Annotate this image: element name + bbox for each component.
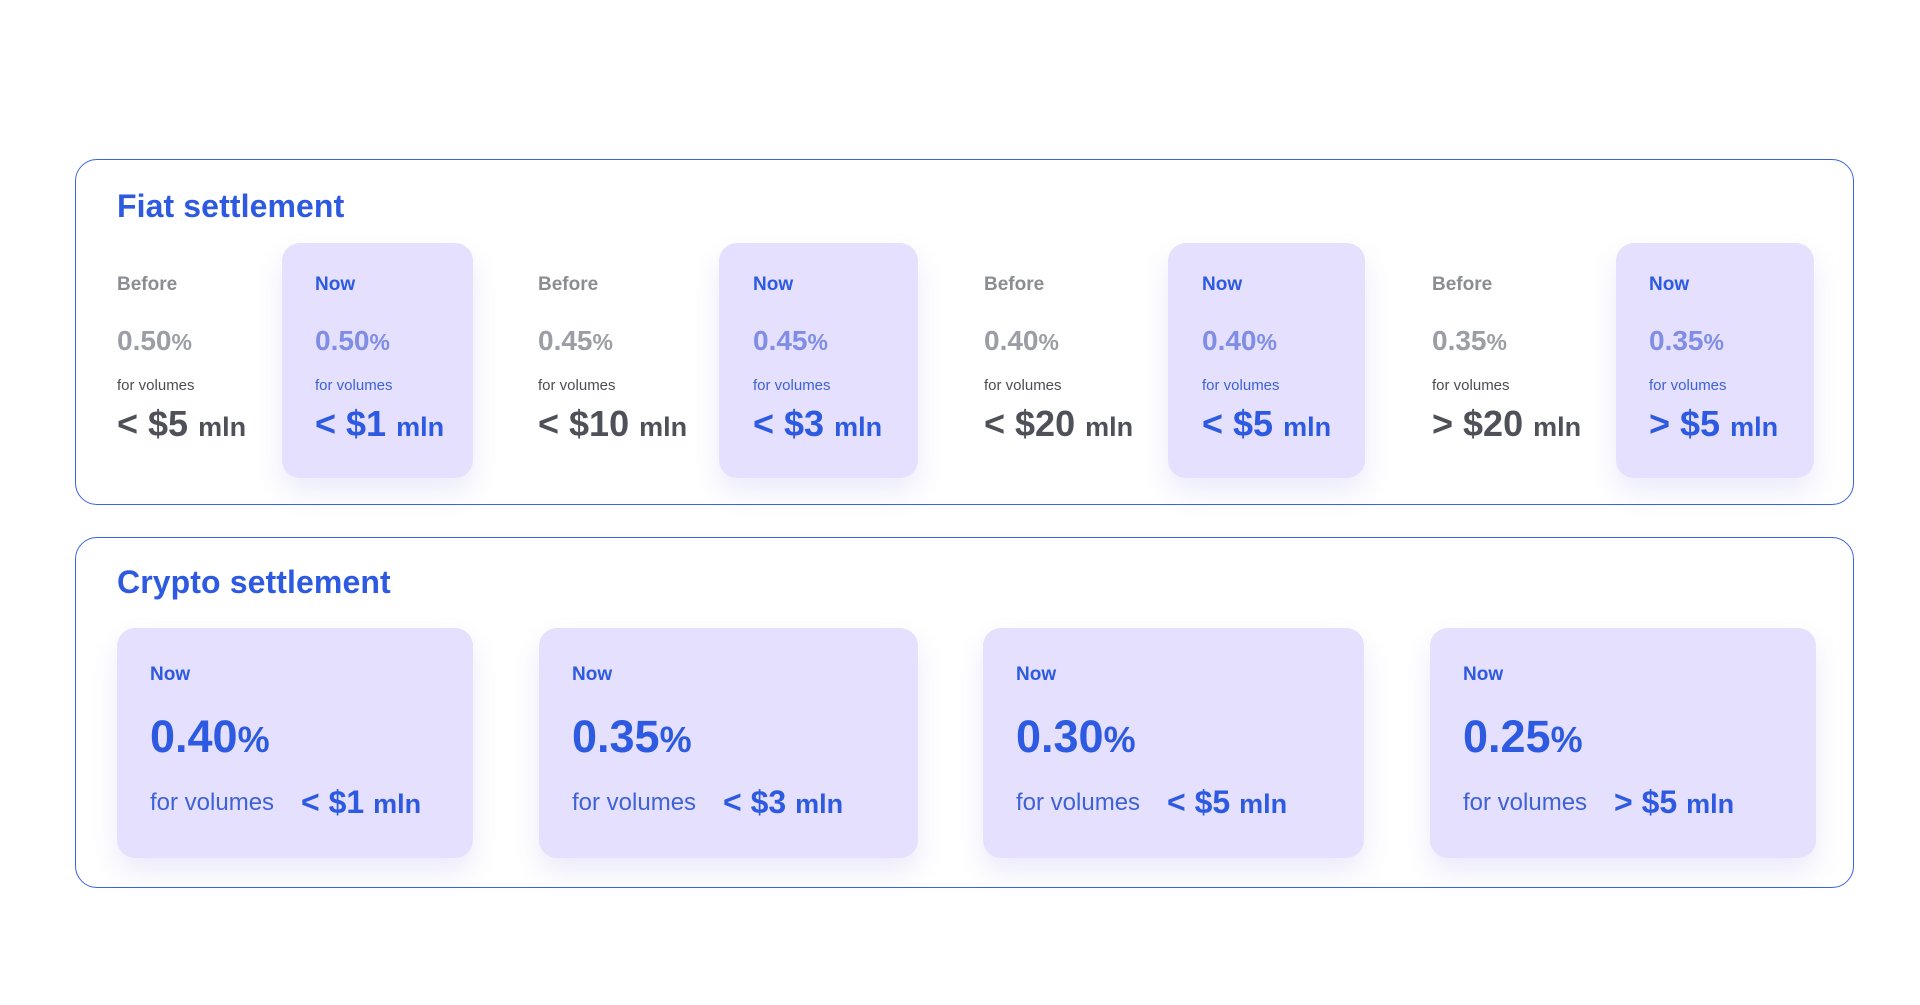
before-label: Before (984, 274, 1045, 295)
now-rate: 0.40% (1202, 325, 1277, 356)
fiat-before-tier-1: Before 0.50% for volumes < $5 mln (117, 243, 252, 478)
now-label: Now (572, 664, 613, 685)
crypto-rate: 0.35% (572, 711, 692, 762)
before-label: Before (538, 274, 599, 295)
before-label: Before (1432, 274, 1493, 295)
now-label: Now (1202, 274, 1243, 295)
volume-caption: for volumes (1432, 377, 1510, 394)
before-rate: 0.40% (984, 325, 1059, 356)
fiat-now-tier-1: Now 0.50% for volumes < $1 mln (282, 243, 473, 478)
now-label: Now (1463, 664, 1504, 685)
before-volume-threshold: < $10 mln (538, 403, 688, 444)
volume-caption: for volumes (1649, 377, 1727, 394)
crypto-volume-threshold: < $1 mln (301, 784, 422, 820)
crypto-rate: 0.25% (1463, 711, 1583, 762)
volume-caption: for volumes (984, 377, 1062, 394)
before-rate: 0.45% (538, 325, 613, 356)
volume-caption: for volumes (753, 377, 831, 394)
before-volume-threshold: > $20 mln (1432, 403, 1582, 444)
crypto-tier-card-1: Now 0.40% for volumes < $1 mln (117, 628, 473, 858)
crypto-volume-threshold: > $5 mln (1614, 784, 1735, 820)
volume-caption: for volumes (1463, 789, 1588, 816)
now-rate: 0.50% (315, 325, 390, 356)
fiat-before-tier-2: Before 0.45% for volumes < $10 mln (538, 243, 688, 478)
volume-caption: for volumes (315, 377, 393, 394)
crypto-tier-card-2: Now 0.35% for volumes < $3 mln (539, 628, 918, 858)
now-label: Now (753, 274, 794, 295)
fiat-settlement-panel: Fiat settlement Before 0.50% for volumes… (75, 159, 1854, 505)
fiat-settlement-title: Fiat settlement (117, 188, 345, 224)
before-rate: 0.35% (1432, 325, 1507, 356)
volume-caption: for volumes (538, 377, 616, 394)
crypto-settlement-panel: Crypto settlement Now 0.40% for volumes … (75, 537, 1854, 888)
volume-caption: for volumes (150, 789, 275, 816)
crypto-settlement-title: Crypto settlement (117, 564, 391, 600)
before-rate: 0.50% (117, 325, 192, 356)
now-volume-threshold: < $5 mln (1202, 403, 1332, 444)
now-rate: 0.45% (753, 325, 828, 356)
now-rate: 0.35% (1649, 325, 1724, 356)
before-volume-threshold: < $20 mln (984, 403, 1134, 444)
fiat-now-tier-3: Now 0.40% for volumes < $5 mln (1168, 243, 1365, 478)
crypto-rate: 0.30% (1016, 711, 1136, 762)
crypto-tier-card-4: Now 0.25% for volumes > $5 mln (1430, 628, 1816, 858)
volume-caption: for volumes (1016, 789, 1141, 816)
crypto-volume-threshold: < $3 mln (723, 784, 844, 820)
now-label: Now (1649, 274, 1690, 295)
fiat-now-tier-4: Now 0.35% for volumes > $5 mln (1616, 243, 1814, 478)
fiat-before-tier-3: Before 0.40% for volumes < $20 mln (984, 243, 1139, 478)
crypto-tier-card-3: Now 0.30% for volumes < $5 mln (983, 628, 1364, 858)
now-volume-threshold: < $3 mln (753, 403, 883, 444)
fiat-now-tier-2: Now 0.45% for volumes < $3 mln (719, 243, 918, 478)
before-label: Before (117, 274, 178, 295)
now-label: Now (150, 664, 191, 685)
page: Fiat settlement Before 0.50% for volumes… (0, 0, 1920, 1005)
crypto-rate: 0.40% (150, 711, 270, 762)
volume-caption: for volumes (572, 789, 697, 816)
now-volume-threshold: < $1 mln (315, 403, 445, 444)
volume-caption: for volumes (1202, 377, 1280, 394)
now-label: Now (315, 274, 356, 295)
now-volume-threshold: > $5 mln (1649, 403, 1779, 444)
before-volume-threshold: < $5 mln (117, 403, 247, 444)
volume-caption: for volumes (117, 377, 195, 394)
fiat-before-tier-4: Before 0.35% for volumes > $20 mln (1432, 243, 1587, 478)
now-label: Now (1016, 664, 1057, 685)
crypto-volume-threshold: < $5 mln (1167, 784, 1288, 820)
